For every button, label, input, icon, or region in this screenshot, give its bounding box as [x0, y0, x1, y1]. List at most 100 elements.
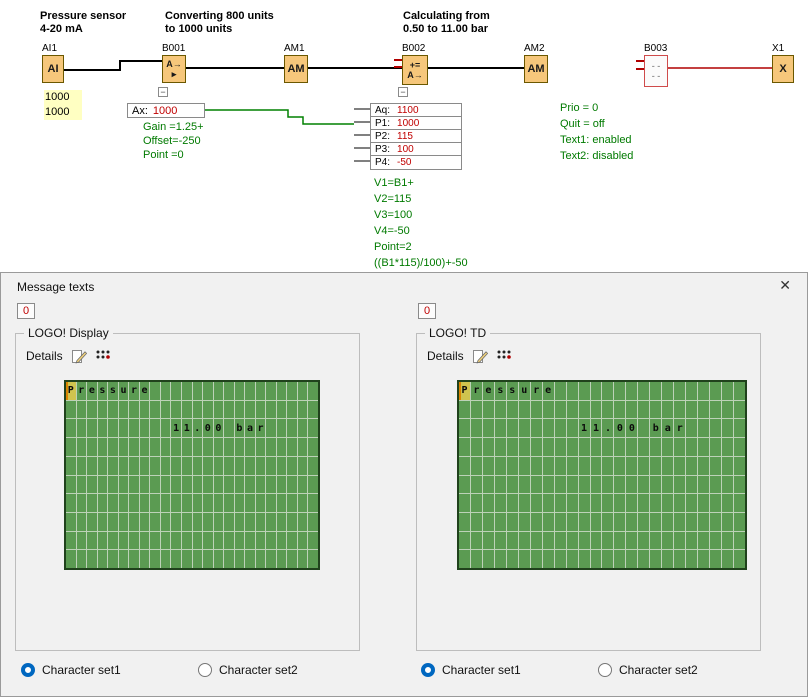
lcd-cell[interactable]: [626, 457, 637, 475]
lcd-cell[interactable]: [235, 494, 245, 512]
lcd-cell[interactable]: [308, 532, 318, 550]
lcd-cell[interactable]: [214, 513, 224, 531]
lcd-cell[interactable]: [567, 438, 578, 456]
lcd-cell[interactable]: [287, 438, 297, 456]
lcd-cell[interactable]: 1: [591, 419, 602, 437]
lcd-cell[interactable]: [203, 532, 213, 550]
lcd-cell[interactable]: [471, 457, 482, 475]
lcd-cell[interactable]: [674, 550, 685, 568]
lcd-cell[interactable]: [161, 550, 171, 568]
lcd-cell[interactable]: [459, 550, 470, 568]
lcd-cell[interactable]: [614, 532, 625, 550]
lcd-cell[interactable]: [459, 532, 470, 550]
lcd-cell[interactable]: [235, 532, 245, 550]
lcd-cell[interactable]: [224, 382, 234, 400]
lcd-cell[interactable]: [266, 457, 276, 475]
lcd-cell[interactable]: [531, 457, 542, 475]
lcd-cell[interactable]: [495, 419, 506, 437]
lcd-cell[interactable]: [108, 550, 118, 568]
lcd-cell[interactable]: [650, 457, 661, 475]
lcd-cell[interactable]: [214, 438, 224, 456]
lcd-cell[interactable]: [686, 419, 697, 437]
lcd-cell[interactable]: [507, 513, 518, 531]
lcd-cell[interactable]: [483, 513, 494, 531]
lcd-cell[interactable]: [626, 532, 637, 550]
lcd-cell[interactable]: [531, 513, 542, 531]
lcd-cell[interactable]: [555, 476, 566, 494]
lcd-cell[interactable]: [287, 457, 297, 475]
lcd-cell[interactable]: [531, 494, 542, 512]
lcd-cell[interactable]: [591, 494, 602, 512]
lcd-cell[interactable]: [87, 438, 97, 456]
lcd-cell[interactable]: [722, 494, 733, 512]
lcd-cell[interactable]: [543, 438, 554, 456]
lcd-cell[interactable]: [591, 532, 602, 550]
lcd-cell[interactable]: [266, 382, 276, 400]
lcd-cell[interactable]: [459, 401, 470, 419]
lcd-cell[interactable]: [203, 550, 213, 568]
lcd-cell[interactable]: [193, 438, 203, 456]
lcd-cell[interactable]: [459, 476, 470, 494]
b001-parameter-box[interactable]: Ax: 1000: [127, 103, 205, 118]
lcd-cell[interactable]: [161, 419, 171, 437]
lcd-cell[interactable]: [638, 382, 649, 400]
lcd-cell[interactable]: [638, 513, 649, 531]
lcd-cell[interactable]: [519, 494, 530, 512]
lcd-cell[interactable]: [266, 438, 276, 456]
lcd-cell[interactable]: [519, 550, 530, 568]
lcd-cell[interactable]: [214, 476, 224, 494]
lcd-cell[interactable]: [650, 476, 661, 494]
lcd-cell[interactable]: [543, 419, 554, 437]
edit-icon[interactable]: [472, 348, 488, 364]
lcd-cell[interactable]: [182, 382, 192, 400]
lcd-cell[interactable]: [140, 494, 150, 512]
lcd-cell[interactable]: [119, 494, 129, 512]
lcd-cell[interactable]: [129, 550, 139, 568]
lcd-cell[interactable]: u: [519, 382, 530, 400]
lcd-cell[interactable]: [108, 513, 118, 531]
lcd-cell[interactable]: [710, 438, 721, 456]
lcd-cell[interactable]: [256, 438, 266, 456]
lcd-cell[interactable]: [483, 401, 494, 419]
lcd-cell[interactable]: [591, 513, 602, 531]
radio-td-character-set1[interactable]: Character set1: [421, 663, 521, 677]
lcd-cell[interactable]: [710, 494, 721, 512]
td-character-grid[interactable]: Pressure11.00bar: [457, 380, 747, 570]
lcd-cell[interactable]: [214, 401, 224, 419]
lcd-cell[interactable]: [235, 382, 245, 400]
lcd-cell[interactable]: b: [235, 419, 245, 437]
lcd-cell[interactable]: 1: [579, 419, 590, 437]
lcd-cell[interactable]: [662, 550, 673, 568]
lcd-cell[interactable]: [614, 438, 625, 456]
lcd-cell[interactable]: [108, 419, 118, 437]
lcd-cell[interactable]: [87, 476, 97, 494]
lcd-cell[interactable]: [638, 476, 649, 494]
lcd-cell[interactable]: [614, 382, 625, 400]
lcd-cell[interactable]: [602, 457, 613, 475]
lcd-cell[interactable]: [203, 494, 213, 512]
lcd-cell[interactable]: [567, 419, 578, 437]
lcd-cell[interactable]: [214, 457, 224, 475]
lcd-cell[interactable]: [734, 438, 745, 456]
lcd-cell[interactable]: [119, 419, 129, 437]
lcd-cell[interactable]: [495, 401, 506, 419]
lcd-cell[interactable]: [245, 513, 255, 531]
lcd-cell[interactable]: [531, 438, 542, 456]
lcd-cell[interactable]: [203, 382, 213, 400]
lcd-cell[interactable]: [77, 550, 87, 568]
lcd-cell[interactable]: P: [66, 382, 76, 400]
lcd-cell[interactable]: [626, 382, 637, 400]
lcd-cell[interactable]: [686, 401, 697, 419]
lcd-cell[interactable]: [555, 401, 566, 419]
lcd-cell[interactable]: [203, 476, 213, 494]
lcd-cell[interactable]: r: [674, 419, 685, 437]
display-character-grid[interactable]: Pressure11.00bar: [64, 380, 320, 570]
lcd-cell[interactable]: [650, 513, 661, 531]
lcd-cell[interactable]: [591, 438, 602, 456]
lcd-cell[interactable]: [722, 476, 733, 494]
lcd-cell[interactable]: [710, 382, 721, 400]
lcd-cell[interactable]: [555, 513, 566, 531]
lcd-cell[interactable]: [308, 419, 318, 437]
lcd-cell[interactable]: [171, 550, 181, 568]
lcd-cell[interactable]: [140, 457, 150, 475]
